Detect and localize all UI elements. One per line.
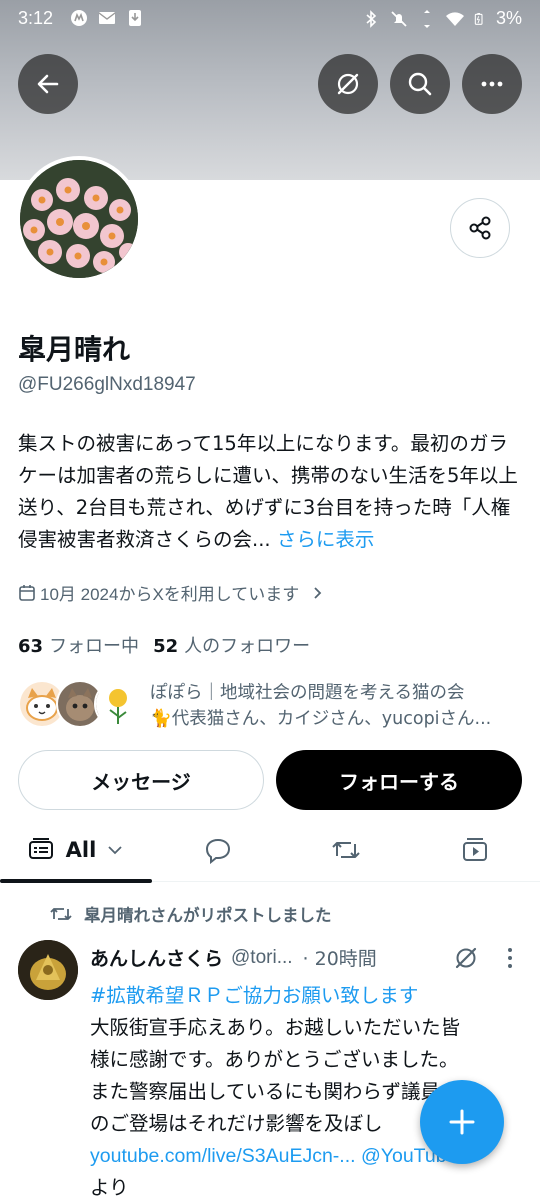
sakura-avatar-image: [18, 940, 78, 1000]
bio-show-more-link[interactable]: さらに表示: [277, 528, 375, 551]
reply-icon: [205, 838, 231, 864]
known-followers-line2: 🐈代表猫さん、カイジさん、yucopiさん...: [150, 709, 492, 729]
flowers-avatar-image: [20, 160, 138, 278]
share-button[interactable]: [450, 198, 510, 258]
tab-all-label: All: [65, 838, 97, 862]
grok-button[interactable]: [318, 54, 378, 114]
repost-small-icon: [50, 908, 72, 920]
search-button[interactable]: [390, 54, 450, 114]
data-arrows-icon: [423, 9, 430, 28]
wifi-icon: [445, 11, 464, 26]
joined-text: 10月 2024からXを利用しています: [40, 585, 300, 604]
followers-link[interactable]: 52 人のフォロワー: [153, 632, 310, 658]
download-icon: [129, 10, 141, 26]
tab-replies[interactable]: [180, 818, 256, 882]
battery-percent: 3%: [495, 8, 522, 28]
tweet-line: 大阪街宣手応えあり。お越しいただいた皆: [90, 1016, 461, 1039]
following-count: 63: [18, 636, 44, 657]
battery-icon: [474, 12, 483, 25]
plus-icon: [449, 1109, 475, 1135]
message-button[interactable]: メッセージ: [18, 750, 264, 810]
joined-date[interactable]: 10月 2024からXを利用しています: [18, 580, 325, 605]
grok-icon[interactable]: [452, 944, 480, 972]
compose-fab-button[interactable]: [420, 1080, 504, 1164]
tweet-line: より: [90, 1176, 129, 1199]
active-tab-indicator: [0, 879, 152, 883]
known-followers-text: ぽぽら｜地域社会の問題を考える猫の会 🐈代表猫さん、カイジさん、yucopiさん…: [150, 680, 528, 732]
status-time: 3:12: [18, 8, 54, 28]
profile-name: 皐月晴れ: [18, 333, 131, 366]
calendar-icon: [19, 584, 35, 601]
known-followers-line1: ぽぽら｜地域社会の問題を考える猫の会: [150, 683, 465, 703]
grok-icon: [337, 73, 359, 95]
dandelion-avatar: [96, 682, 140, 726]
status-bar: 3:12 3%: [0, 0, 540, 38]
tweet-hashtag[interactable]: #拡散希望ＲＰご協力お願い致します: [90, 980, 526, 1012]
followers-label: 人のフォロワー: [184, 636, 311, 657]
more-button[interactable]: [462, 54, 522, 114]
known-followers[interactable]: ぽぽら｜地域社会の問題を考える猫の会 🐈代表猫さん、カイジさん、yucopiさん…: [18, 678, 528, 734]
known-follower-avatar: [94, 680, 142, 728]
repost-text: 皐月晴れさんがリポストしました: [84, 906, 332, 925]
following-link[interactable]: 63 フォロー中: [18, 632, 139, 658]
profile-tabs: All: [0, 818, 540, 883]
chevron-right-icon: [314, 586, 322, 599]
tab-all[interactable]: All: [0, 818, 152, 883]
tweet-more-icon[interactable]: [504, 945, 516, 971]
app-m-icon: [71, 10, 87, 26]
mute-icon: [391, 10, 407, 27]
follow-button[interactable]: フォローする: [276, 750, 522, 810]
all-feed-icon: [28, 838, 53, 859]
search-icon: [408, 72, 432, 96]
profile-bio: 集ストの被害にあって15年以上になります。最初のガラケーは加害者の荒らしに遭い、…: [18, 428, 526, 556]
tweet-line: 様に感謝です。ありがとうございました。: [90, 1048, 459, 1071]
followers-count: 52: [153, 636, 179, 657]
media-icon: [463, 838, 487, 861]
more-icon: [481, 81, 503, 87]
repost-icon: [332, 842, 360, 858]
bluetooth-icon: [366, 9, 377, 28]
tweet-link[interactable]: youtube.com/live/S3AuEJcn-...: [90, 1145, 356, 1167]
tab-reposts[interactable]: [308, 818, 384, 882]
following-label: フォロー中: [49, 636, 140, 657]
profile-handle: @FU266glNxd18947: [18, 374, 196, 395]
tweet-author-handle[interactable]: @tori...: [231, 947, 293, 969]
back-button[interactable]: [18, 54, 78, 114]
follow-stats: 63 フォロー中 52 人のフォロワー: [18, 632, 310, 658]
share-icon: [469, 216, 491, 240]
tweet-time[interactable]: · 20時間: [303, 944, 377, 971]
tweet-author-name[interactable]: あんしんさくら: [90, 944, 223, 971]
tweet-author-avatar[interactable]: [18, 940, 78, 1000]
arrow-left-icon: [37, 74, 59, 94]
tweet-header: あんしんさくら @tori... · 20時間: [90, 944, 530, 971]
mail-icon: [98, 12, 116, 24]
chevron-down-icon: [108, 846, 122, 855]
profile-avatar[interactable]: [16, 156, 142, 282]
bio-text: 集ストの被害にあって15年以上になります。最初のガラケーは加害者の荒らしに遭い、…: [18, 432, 518, 551]
repost-indicator: 皐月晴れさんがリポストしました: [50, 902, 332, 926]
tab-media[interactable]: [437, 818, 513, 882]
